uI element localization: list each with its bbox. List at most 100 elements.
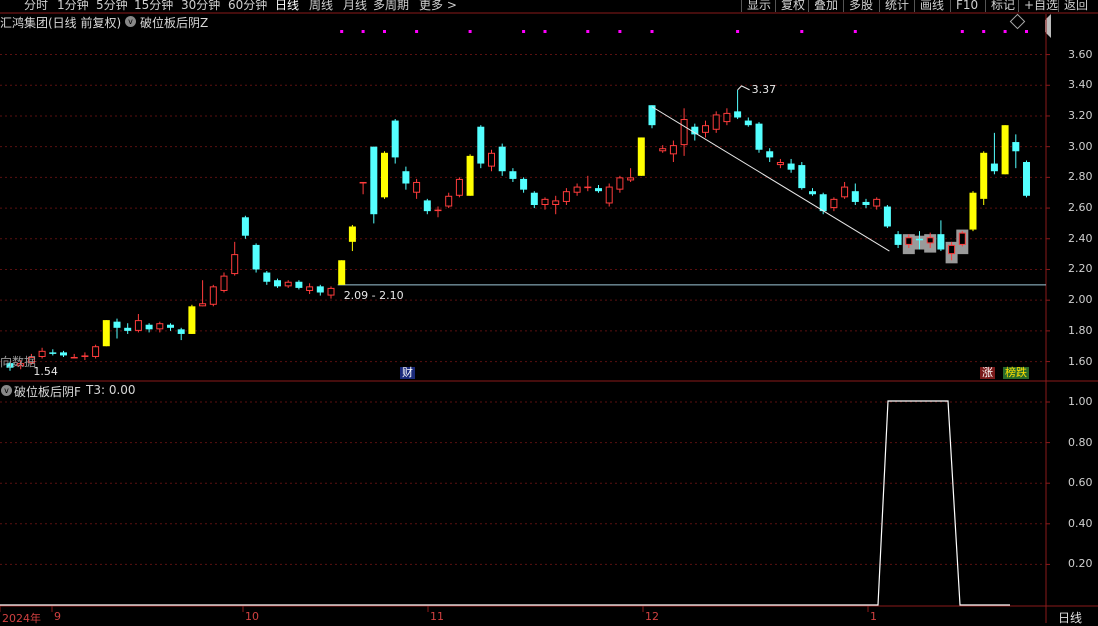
candle [969, 191, 977, 232]
candle [241, 215, 249, 239]
candle [177, 327, 185, 341]
candle [1012, 134, 1020, 169]
candle-body [38, 350, 46, 357]
limit-up-badge[interactable]: 涨 [980, 367, 995, 379]
candle-body [145, 324, 153, 330]
candle [252, 243, 260, 273]
candle-body [819, 194, 827, 212]
signal-marker [960, 30, 964, 33]
candle [498, 143, 506, 176]
candle-body [102, 320, 110, 347]
candle [541, 197, 549, 210]
candle-body [776, 162, 784, 166]
candle-body [798, 165, 806, 189]
date-tick-label: 12 [645, 610, 659, 623]
candle-body [916, 238, 923, 241]
candle [295, 280, 303, 290]
signal-marker [543, 30, 547, 33]
candle [980, 151, 988, 205]
period-badge[interactable]: 日线 [1058, 609, 1082, 626]
indicator-tick-label: 0.40 [1068, 516, 1093, 530]
candle [445, 192, 453, 209]
candle-body [830, 198, 838, 209]
ranking-badge[interactable]: 榜跌 [1003, 367, 1029, 379]
candle-body [659, 148, 667, 152]
candle-body [894, 234, 902, 245]
candle-body [980, 152, 988, 199]
candle [49, 349, 57, 356]
price-tick-label: 2.60 [1068, 201, 1093, 215]
candle [723, 108, 731, 126]
signal-marker [586, 30, 590, 33]
candle [199, 280, 207, 307]
low-label: 1.54 [33, 365, 58, 378]
candle-body [562, 191, 570, 202]
candle-body [156, 323, 164, 330]
candle-body [766, 151, 774, 158]
candle [70, 353, 78, 359]
candle-body [199, 303, 207, 307]
trend-line [651, 106, 890, 252]
candle [627, 168, 635, 182]
candle-body [167, 324, 174, 328]
candle-body [70, 356, 78, 359]
candle [809, 188, 816, 196]
candle [1001, 125, 1009, 175]
candle [113, 318, 121, 339]
candle-body [744, 120, 752, 126]
candle-body [1023, 162, 1030, 196]
indicator-tick-label: 0.60 [1068, 476, 1093, 490]
candle [466, 154, 474, 196]
candle [894, 231, 902, 248]
candle [883, 205, 891, 229]
candle [787, 158, 795, 173]
candle [316, 284, 324, 296]
candle [552, 195, 560, 215]
candle-body [113, 321, 121, 328]
candle-body [274, 280, 281, 287]
candle-body [263, 272, 271, 282]
candle-body [1012, 142, 1020, 152]
signal-marker [522, 30, 526, 33]
candle [830, 197, 838, 212]
candle [637, 137, 645, 176]
price-tick-label: 2.20 [1068, 262, 1093, 276]
candle [188, 304, 196, 334]
price-tick-label: 1.80 [1068, 323, 1093, 337]
indicator-line [0, 400, 1010, 606]
candle-body [509, 171, 517, 179]
candle-body [423, 200, 431, 212]
candle [841, 181, 849, 199]
candle [680, 108, 688, 156]
candle-body [295, 281, 303, 288]
signal-marker [982, 30, 986, 33]
signal-marker [650, 30, 654, 33]
candle-body [252, 244, 260, 270]
signal-marker [383, 30, 386, 33]
candle [370, 146, 378, 224]
candle-body [841, 186, 849, 198]
candle [60, 350, 67, 357]
candle [862, 198, 870, 209]
finance-badge[interactable]: 财 [400, 367, 415, 379]
candle [348, 224, 356, 252]
candle [712, 111, 720, 133]
price-chart[interactable]: 3.37 1.54 2.09 - 2.10 [0, 0, 1098, 623]
price-tick-label: 3.00 [1068, 139, 1093, 153]
candle-body [809, 191, 816, 195]
candle-body [605, 186, 613, 204]
candle-body [616, 177, 624, 190]
signal-marker [853, 30, 857, 33]
signal-marker [736, 30, 740, 33]
candle-body [81, 355, 89, 357]
candle-body [306, 286, 314, 291]
candle-body [177, 329, 185, 334]
candle [530, 191, 538, 209]
candle [488, 149, 495, 172]
partial-label: 向数据 [0, 355, 37, 369]
signal-marker [618, 30, 622, 33]
candle [766, 148, 774, 163]
candle [38, 347, 46, 359]
candle-body [669, 145, 677, 155]
candle-body [520, 178, 528, 190]
